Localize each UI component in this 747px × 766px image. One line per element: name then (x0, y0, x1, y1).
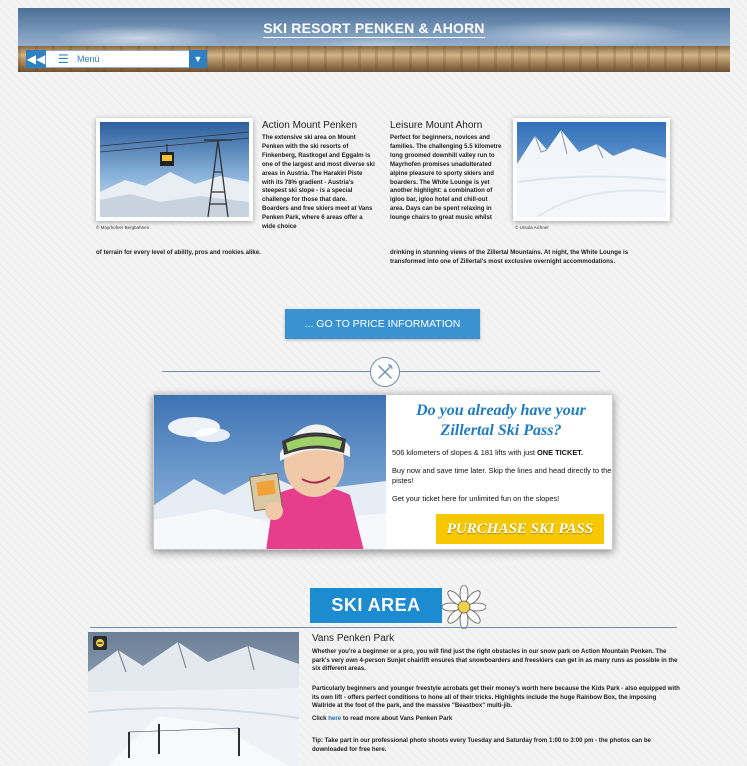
divider-line-left (162, 371, 370, 372)
menu-dropdown[interactable] (26, 50, 207, 68)
ahorn-text: Perfect for beginners, novices and famil… (390, 134, 502, 222)
ski-area-banner: SKI AREA (310, 588, 442, 623)
skis-icon (370, 357, 400, 387)
vans-park-paragraph-1: Whether you're a beginner or a pro, you … (312, 648, 678, 673)
promo-title: Do you already have your Zillertal Ski P… (416, 402, 586, 439)
promo-line-3: Get your ticket here for unlimited fun o… (392, 494, 560, 503)
ski-area-rule (90, 627, 677, 628)
ahorn-photo[interactable] (513, 118, 670, 221)
edelweiss-icon (442, 585, 486, 629)
price-information-button[interactable]: ... GO TO PRICE INFORMATION (285, 309, 480, 339)
ahorn-credit: © Ursula Aichner (515, 225, 549, 230)
penken-title: Action Mount Penken (262, 120, 358, 131)
read-more-link[interactable]: here (328, 715, 341, 722)
promo-line-1: 506 kilometers of slopes & 181 lifts wit… (392, 448, 584, 457)
hamburger-icon: ☰ (58, 52, 69, 66)
zoom-out-icon[interactable] (93, 636, 107, 650)
site-title: SKI RESORT PENKEN & AHORN (263, 20, 485, 38)
purchase-ski-pass-button[interactable]: PURCHASE SKI PASS (436, 514, 604, 544)
vans-park-paragraph-2: Particularly beginners and younger frees… (312, 685, 680, 710)
penken-text: The extensive ski area on Mount Penken w… (262, 134, 375, 231)
promo-line-2: Buy now and save time later. Skip the li… (392, 466, 612, 485)
menu-label[interactable]: Menü (77, 54, 100, 64)
ski-pass-promo[interactable]: Do you already have your Zillertal Ski P… (153, 394, 613, 550)
vans-park-read-more: Click here to read more about Vans Penke… (312, 715, 453, 722)
chevron-down-icon[interactable]: ▼ (189, 50, 207, 68)
double-chevron-left-icon: ◀◀ (26, 52, 46, 66)
penken-photo[interactable] (96, 118, 253, 221)
promo-skier-photo (154, 395, 386, 549)
vans-park-photo[interactable] (88, 632, 299, 766)
penken-credit: © Mayrhofner Bergbahnen (96, 225, 150, 230)
vans-park-title: Vans Penken Park (312, 633, 395, 644)
ahorn-title: Leisure Mount Ahorn (390, 120, 483, 131)
divider-line-right (400, 371, 600, 372)
penken-text-tail: of terrain for every level of ability, p… (96, 249, 261, 256)
ahorn-text-tail: drinking in stunning views of the Ziller… (390, 249, 629, 265)
back-button[interactable]: ◀◀ (26, 50, 46, 68)
vans-park-tip: Tip: Take part in our professional photo… (312, 737, 651, 753)
